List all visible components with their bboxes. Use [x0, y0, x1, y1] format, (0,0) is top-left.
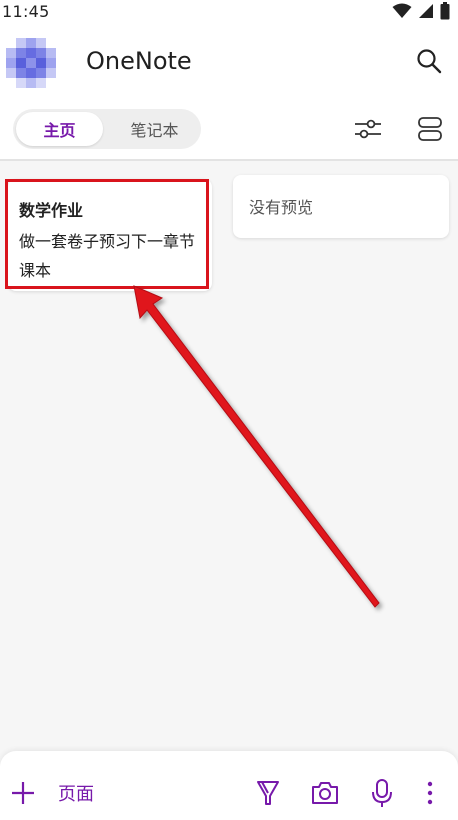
add-icon	[12, 782, 34, 804]
tab-notebooks[interactable]: 笔记本	[111, 112, 198, 146]
voice-button[interactable]	[366, 777, 398, 809]
microphone-icon	[372, 779, 392, 807]
camera-button[interactable]	[309, 777, 341, 809]
page-card[interactable]: 没有预览	[233, 175, 449, 238]
more-button[interactable]	[414, 777, 446, 809]
layout-button[interactable]	[414, 114, 446, 144]
tab-home[interactable]: 主页	[16, 112, 103, 146]
pen-icon	[257, 781, 279, 805]
draw-button[interactable]	[252, 777, 284, 809]
page-card-preview: 做一套卷子预习下一章节课本	[19, 232, 196, 280]
avatar-image	[6, 38, 56, 88]
status-bar: 11:45	[0, 0, 458, 22]
page-card-empty-preview: 没有预览	[249, 198, 314, 217]
add-page-button[interactable]: 页面	[10, 776, 94, 810]
app-screen: 11:45 OneNote 主页 笔记本 数学作业 做一套卷子预习下一章节课本 …	[0, 0, 458, 820]
app-bar: OneNote 主页 笔记本	[0, 22, 458, 160]
camera-icon	[312, 782, 338, 804]
view-switcher: 主页 笔记本	[13, 109, 201, 149]
status-time: 11:45	[2, 1, 50, 21]
bottom-toolbar: 页面	[0, 751, 458, 820]
sliders-icon	[355, 119, 381, 139]
add-page-label: 页面	[58, 784, 94, 805]
avatar[interactable]	[6, 38, 56, 88]
battery-icon	[440, 2, 450, 20]
page-card[interactable]: 数学作业 做一套卷子预习下一章节课本	[8, 179, 212, 291]
wifi-icon	[392, 3, 412, 18]
filter-button[interactable]	[352, 114, 384, 144]
more-icon	[427, 781, 433, 805]
app-title: OneNote	[86, 47, 192, 75]
status-icons	[392, 2, 450, 20]
search-button[interactable]	[414, 46, 444, 76]
layout-icon	[418, 117, 442, 141]
search-icon	[417, 49, 442, 74]
signal-icon	[419, 4, 433, 18]
page-card-title: 数学作业	[19, 201, 84, 220]
page-list: 数学作业 做一套卷子预习下一章节课本 没有预览	[0, 161, 458, 751]
